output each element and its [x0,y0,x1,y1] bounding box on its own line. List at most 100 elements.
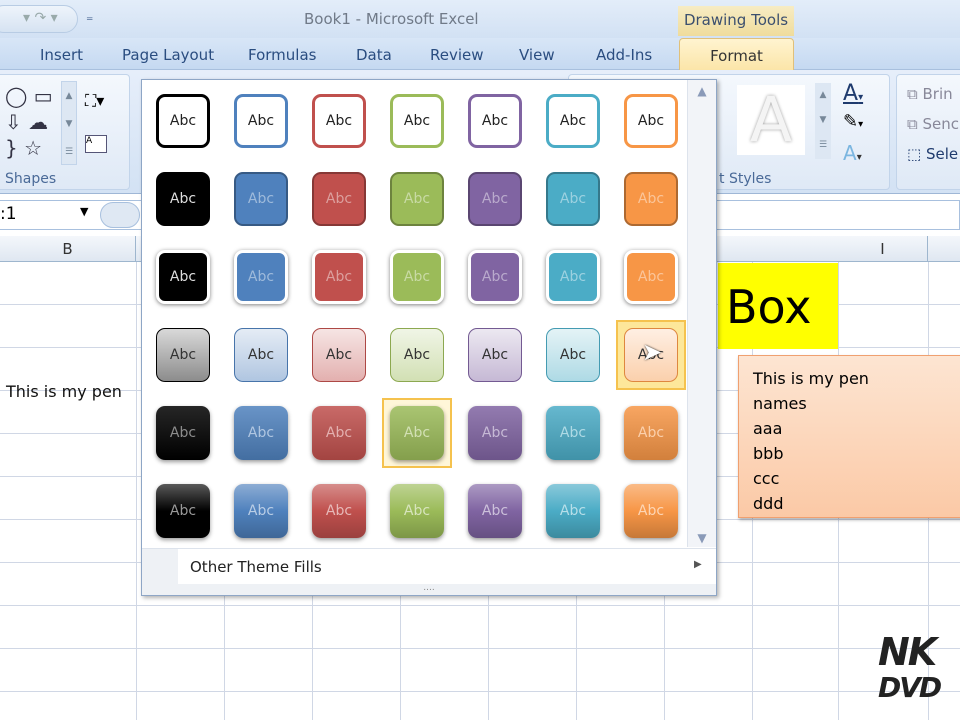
swatch-label: Abc [559,425,587,441]
style-swatch-r3-c7[interactable]: Abc [624,250,678,304]
swatch-label: Abc [325,191,353,207]
swatch-label: Abc [325,269,353,285]
style-swatch-r5-c5[interactable]: Abc [468,406,522,460]
text-box-icon[interactable]: A [85,135,107,153]
tab-page-layout[interactable]: Page Layout [122,46,214,64]
name-box[interactable]: :1 ▼ [0,203,96,227]
selection-pane-button[interactable]: ⬚ Sele [907,145,958,163]
style-swatch-r4-c3[interactable]: Abc [312,328,366,382]
tab-format[interactable]: Format [679,38,794,72]
style-swatch-r5-c2[interactable]: Abc [234,406,288,460]
swatch-label: Abc [403,425,431,441]
style-swatch-r5-c6[interactable]: Abc [546,406,600,460]
orange-text-box[interactable]: This is my pen names aaa bbb ccc ddd [738,355,960,518]
swatch-label: Abc [481,347,509,363]
style-swatch-r3-c5[interactable]: Abc [468,250,522,304]
text-fill-icon[interactable]: A▾ [843,81,863,106]
style-swatch-r1-c6[interactable]: Abc [546,94,600,148]
style-swatch-r2-c7[interactable]: Abc [624,172,678,226]
nkdvd-watermark: NK DVD [878,630,942,704]
swatch-label: Abc [325,503,353,519]
style-swatch-r5-c3[interactable]: Abc [312,406,366,460]
style-swatch-r1-c2[interactable]: Abc [234,94,288,148]
other-theme-fills-label: Other Theme Fills [190,558,322,576]
style-swatch-r6-c2[interactable]: Abc [234,484,288,538]
swatch-label: Abc [325,113,353,129]
style-swatch-r3-c1[interactable]: Abc [156,250,210,304]
tab-add-ins[interactable]: Add-Ins [596,46,652,64]
style-swatch-r6-c5[interactable]: Abc [468,484,522,538]
tab-formulas[interactable]: Formulas [248,46,316,64]
grid-row-line [0,605,960,606]
style-swatch-r6-c1[interactable]: Abc [156,484,210,538]
swatch-label: Abc [403,269,431,285]
tab-data[interactable]: Data [356,46,392,64]
bring-to-front-button[interactable]: ⧉ Brin [907,85,953,103]
style-swatch-r2-c2[interactable]: Abc [234,172,288,226]
style-swatch-r2-c1[interactable]: Abc [156,172,210,226]
formula-bar-grip[interactable] [100,202,140,228]
customize-qat-icon[interactable]: ₌ [86,9,93,25]
style-swatch-r4-c2[interactable]: Abc [234,328,288,382]
other-theme-fills-item[interactable]: Other Theme Fills ▶ [142,548,716,585]
swatch-label: Abc [403,113,431,129]
style-swatch-r5-c4[interactable]: Abc [390,406,444,460]
send-to-back-button[interactable]: ⧉ Senc [907,115,959,133]
grid-row-line [0,648,960,649]
tab-view[interactable]: View [519,46,555,64]
style-swatch-r4-c1[interactable]: Abc [156,328,210,382]
yellow-text-box[interactable]: Box [718,263,838,349]
style-swatch-r1-c5[interactable]: Abc [468,94,522,148]
style-swatch-r4-c4[interactable]: Abc [390,328,444,382]
swatch-label: Abc [169,347,197,363]
text-outline-icon[interactable]: ✎▾ [843,111,863,132]
style-swatch-r4-c5[interactable]: Abc [468,328,522,382]
shapes-gallery[interactable]: ◯ ▭ ⇩ ☁} ☆ [5,83,53,161]
shapes-group-label: Shapes [5,171,57,187]
style-swatch-r4-c6[interactable]: Abc [546,328,600,382]
chevron-down-icon[interactable]: ▼ [80,205,88,218]
swatch-label: Abc [637,191,665,207]
shapes-scrollbar[interactable]: ▲ ▼ ☰ [61,81,77,165]
style-swatch-r1-c7[interactable]: Abc [624,94,678,148]
style-swatch-r6-c7[interactable]: Abc [624,484,678,538]
text-effects-icon[interactable]: A▾ [843,141,862,165]
style-swatch-r6-c6[interactable]: Abc [546,484,600,538]
text-box-line: aaa [753,419,783,438]
tab-insert[interactable]: Insert [40,46,83,64]
style-swatch-r3-c2[interactable]: Abc [234,250,288,304]
swatch-label: Abc [481,113,509,129]
name-box-value: :1 [0,204,17,224]
wordart-style[interactable]: A [737,85,805,155]
tab-review[interactable]: Review [430,46,484,64]
style-swatch-r2-c3[interactable]: Abc [312,172,366,226]
text-box-line: bbb [753,444,784,463]
swatch-label: Abc [169,425,197,441]
style-swatch-r3-c4[interactable]: Abc [390,250,444,304]
scroll-down-icon[interactable]: ▼ [688,531,716,545]
column-header-b[interactable]: B [0,236,136,262]
formula-input[interactable] [716,200,960,230]
gallery-resize-grip[interactable]: .... [142,584,716,595]
cell-b-text[interactable]: This is my pen [6,382,122,401]
style-swatch-r3-c6[interactable]: Abc [546,250,600,304]
shapes-group: ◯ ▭ ⇩ ☁} ☆ ▲ ▼ ☰ ⛶▾ A Shapes [0,74,130,190]
style-swatch-r3-c3[interactable]: Abc [312,250,366,304]
style-swatch-r6-c3[interactable]: Abc [312,484,366,538]
style-swatch-r5-c7[interactable]: Abc [624,406,678,460]
style-swatch-r5-c1[interactable]: Abc [156,406,210,460]
edit-shape-icon[interactable]: ⛶▾ [85,91,104,111]
style-swatch-r1-c4[interactable]: Abc [390,94,444,148]
style-swatch-r2-c4[interactable]: Abc [390,172,444,226]
style-swatch-r2-c5[interactable]: Abc [468,172,522,226]
column-header-i[interactable]: I [838,236,928,262]
mouse-cursor-icon: ➤ [642,338,663,366]
style-swatch-r1-c3[interactable]: Abc [312,94,366,148]
scroll-up-icon[interactable]: ▲ [688,84,716,98]
quick-access-toolbar[interactable]: ▾ ↷ ▾ [0,5,78,33]
gallery-scrollbar[interactable]: ▲ ▼ [687,80,716,547]
wordart-scrollbar[interactable]: ▲ ▼ ☰ [815,83,831,159]
style-swatch-r2-c6[interactable]: Abc [546,172,600,226]
style-swatch-r6-c4[interactable]: Abc [390,484,444,538]
style-swatch-r1-c1[interactable]: Abc [156,94,210,148]
